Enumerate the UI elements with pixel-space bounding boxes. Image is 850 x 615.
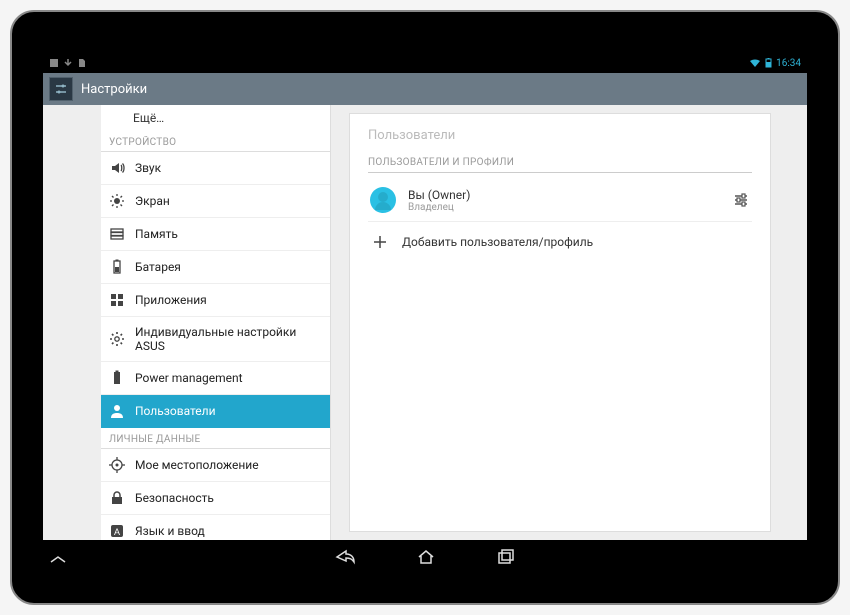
language-icon: A (109, 523, 125, 539)
recent-apps-button[interactable] (496, 548, 516, 566)
location-icon (109, 457, 125, 473)
sidebar-item-label: Экран (135, 194, 170, 208)
avatar (370, 187, 396, 213)
sidebar-item[interactable]: Приложения (101, 284, 330, 317)
gear-icon (109, 331, 125, 347)
sidebar-item-label: Безопасность (135, 491, 214, 505)
sidebar-section-header: УСТРОЙСТВО (101, 131, 330, 152)
panel-title: Пользователи (368, 128, 752, 143)
settings-app-icon (49, 77, 73, 101)
display-icon (109, 193, 125, 209)
status-bar: 16:34 (43, 53, 807, 73)
sidebar-item-label: Батарея (135, 260, 181, 274)
page-title: Настройки (81, 82, 147, 97)
clock: 16:34 (776, 58, 801, 69)
apps-icon (109, 292, 125, 308)
hide-nav-button[interactable] (49, 554, 67, 566)
storage-icon (109, 226, 125, 242)
sidebar-item[interactable]: Память (101, 218, 330, 251)
sidebar-item[interactable]: Безопасность (101, 482, 330, 515)
power-icon (109, 370, 125, 386)
add-user-label: Добавить пользователя/профиль (402, 235, 593, 249)
plus-icon (372, 234, 388, 250)
home-button[interactable] (416, 548, 436, 566)
sidebar-item[interactable]: Экран (101, 185, 330, 218)
sound-icon (109, 160, 125, 176)
add-user-button[interactable]: Добавить пользователя/профиль (368, 222, 752, 262)
download-icon (63, 58, 73, 68)
section-header: ПОЛЬЗОВАТЕЛИ И ПРОФИЛИ (368, 157, 752, 173)
sidebar-item-label: Индивидуальные настройки ASUS (135, 325, 322, 353)
notification-icon (49, 58, 59, 68)
tablet-frame: 16:34 Настройки Ещё…УСТРОЙСТВО Звук Экран (10, 10, 840, 605)
user-role: Владелец (408, 202, 720, 213)
sd-icon (77, 58, 87, 68)
lock-icon (109, 490, 125, 506)
wifi-icon (749, 58, 761, 68)
navigation-bar (43, 540, 807, 574)
battery-icon (109, 259, 125, 275)
sidebar-item-label: Память (135, 227, 178, 241)
sidebar-item[interactable]: Power management (101, 362, 330, 395)
sidebar-item[interactable]: Индивидуальные настройки ASUS (101, 317, 330, 362)
user-name: Вы (Owner) (408, 188, 720, 202)
sidebar-item[interactable]: Батарея (101, 251, 330, 284)
sidebar-section-header: ЛИЧНЫЕ ДАННЫЕ (101, 428, 330, 449)
main-area: Ещё…УСТРОЙСТВО Звук Экран Память Батарея Прил… (43, 105, 807, 540)
sidebar-more[interactable]: Ещё… (101, 105, 330, 131)
user-row[interactable]: Вы (Owner) Владелец (368, 179, 752, 222)
sidebar-item[interactable]: A Язык и ввод (101, 515, 330, 540)
sidebar-item[interactable]: Пользователи (101, 395, 330, 428)
content-panel: Пользователи ПОЛЬЗОВАТЕЛИ И ПРОФИЛИ Вы (… (349, 113, 771, 532)
user-settings-button[interactable] (732, 191, 750, 209)
users-icon (109, 403, 125, 419)
sidebar-item[interactable]: Мое местоположение (101, 449, 330, 482)
sidebar-item-label: Язык и ввод (135, 524, 205, 538)
sidebar[interactable]: Ещё…УСТРОЙСТВО Звук Экран Память Батарея Прил… (101, 105, 331, 540)
back-button[interactable] (334, 548, 356, 566)
battery-status-icon (765, 58, 772, 68)
action-bar: Настройки (43, 73, 807, 105)
sidebar-item-label: Мое местоположение (135, 458, 259, 472)
sidebar-item-label: Приложения (135, 293, 207, 307)
sidebar-item-label: Power management (135, 371, 243, 385)
sidebar-item[interactable]: Звук (101, 152, 330, 185)
sidebar-item-label: Звук (135, 161, 161, 175)
sidebar-item-label: Пользователи (135, 404, 216, 418)
svg-text:A: A (114, 527, 120, 537)
